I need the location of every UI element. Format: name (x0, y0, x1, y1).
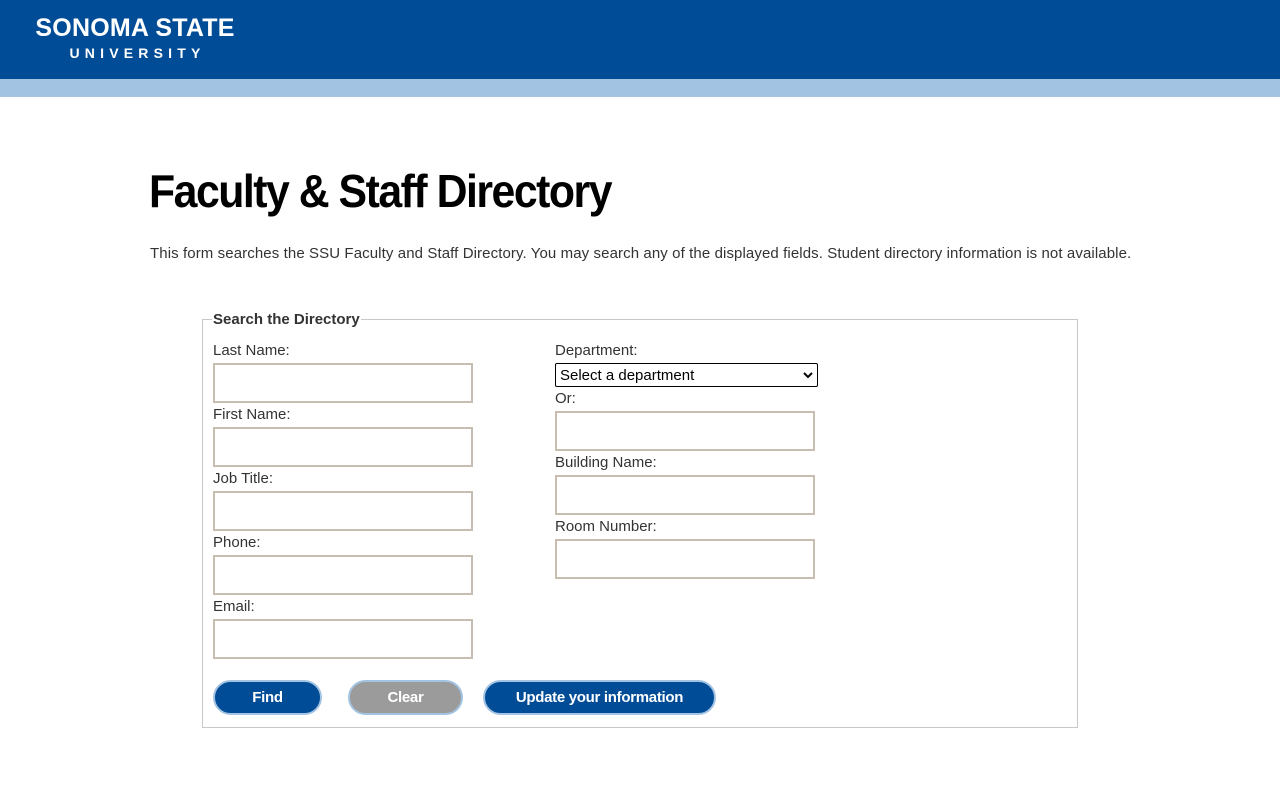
sonoma-state-logo[interactable]: SONOMA STATE UNIVERSITY (33, 14, 237, 62)
department-text-input[interactable] (555, 411, 815, 451)
update-information-button[interactable]: Update your information (483, 680, 716, 715)
page-title: Faculty & Staff Directory (149, 165, 613, 217)
department-select[interactable]: Select a department (555, 363, 818, 387)
job-title-input[interactable] (213, 491, 473, 531)
header-accent-stripe (0, 79, 1280, 97)
building-name-input[interactable] (555, 475, 815, 515)
email-input[interactable] (213, 619, 473, 659)
phone-input[interactable] (213, 555, 473, 595)
job-title-label: Job Title: (213, 470, 274, 487)
building-name-label: Building Name: (555, 454, 657, 471)
clear-button[interactable]: Clear (348, 680, 463, 715)
first-name-input[interactable] (213, 427, 473, 467)
logo-subtitle: UNIVERSITY (69, 45, 206, 61)
or-label: Or: (555, 390, 576, 407)
logo-wordmark: SONOMA STATE (35, 14, 235, 42)
department-label: Department: (555, 342, 638, 359)
chevron-down-icon (803, 372, 813, 379)
first-name-label: First Name: (213, 406, 291, 423)
site-header: SONOMA STATE UNIVERSITY (0, 0, 1280, 79)
last-name-label: Last Name: (213, 342, 290, 359)
room-number-label: Room Number: (555, 518, 657, 535)
phone-label: Phone: (213, 534, 261, 551)
last-name-input[interactable] (213, 363, 473, 403)
department-selected-value: Select a department (560, 366, 695, 384)
room-number-input[interactable] (555, 539, 815, 579)
email-label: Email: (213, 598, 255, 615)
search-legend: Search the Directory (213, 311, 360, 328)
intro-text: This form searches the SSU Faculty and S… (150, 245, 1132, 262)
find-button[interactable]: Find (213, 680, 322, 715)
